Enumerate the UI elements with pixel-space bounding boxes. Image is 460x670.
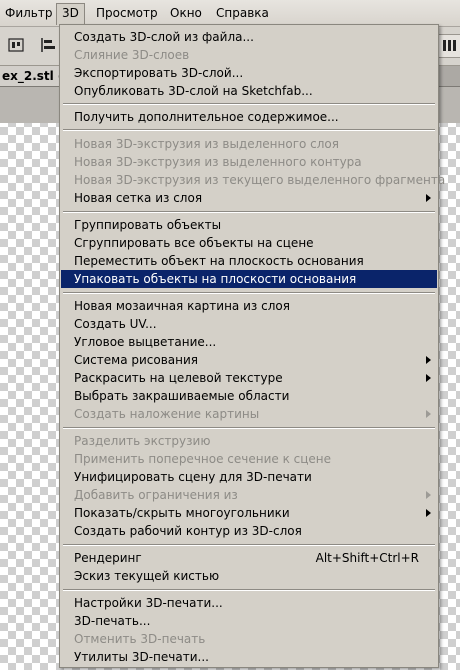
submenu-arrow-icon	[426, 509, 431, 517]
align-top-icon[interactable]	[8, 37, 24, 53]
menu-view[interactable]: Просмотр	[91, 3, 163, 23]
menu-item-new-tiled-painting[interactable]: Новая мозаичная картина из слоя	[61, 297, 437, 315]
submenu-arrow-icon	[426, 374, 431, 382]
menu-3d[interactable]: 3D	[56, 3, 85, 25]
menu-item-3d-print-settings[interactable]: Настройки 3D-печати...	[61, 594, 437, 612]
menu-item-get-more-content[interactable]: Получить дополнительное содержимое...	[61, 108, 437, 126]
align-left-icon[interactable]	[40, 37, 56, 53]
menu-item-create-3d-layer-from-file[interactable]: Создать 3D-слой из файла...	[61, 28, 437, 46]
submenu-arrow-icon	[426, 194, 431, 202]
menu-item-render[interactable]: Рендеринг Alt+Shift+Ctrl+R	[61, 549, 437, 567]
distribute-button[interactable]	[438, 34, 460, 58]
3d-dropdown-menu: Создать 3D-слой из файла... Слияние 3D-с…	[59, 24, 446, 668]
menu-separator	[63, 589, 435, 591]
menu-item-merge-3d-layers: Слияние 3D-слоев	[74, 48, 190, 62]
menu-item-split-extrusion: Разделить экструзию	[74, 434, 211, 448]
menu-bar: Фильтр 3D Просмотр Окно Справка	[0, 0, 460, 27]
menu-item-extrusion-from-layer: Новая 3D-экструзия из выделенного слоя	[74, 137, 339, 151]
menu-item-sketch-with-brush[interactable]: Эскиз текущей кистью	[61, 567, 437, 585]
menu-item-create-painting-overlay: Создать наложение картины	[61, 405, 437, 423]
menu-filter[interactable]: Фильтр	[0, 3, 57, 23]
menu-item-extrusion-from-selection: Новая 3D-экструзия из текущего выделенно…	[74, 173, 446, 187]
menu-item-export-3d-layer[interactable]: Экспортировать 3D-слой...	[61, 64, 437, 82]
menu-item-select-paintable-areas[interactable]: Выбрать закрашиваемые области	[61, 387, 437, 405]
menu-separator	[63, 292, 435, 294]
menu-item-work-path-from-3d-layer[interactable]: Создать рабочий контур из 3D-слоя	[61, 522, 437, 540]
menu-window[interactable]: Окно	[165, 3, 207, 23]
submenu-arrow-icon	[426, 491, 431, 499]
submenu-arrow-icon	[426, 356, 431, 364]
menu-item-show-hide-polygons[interactable]: Показать/скрыть многоугольники	[61, 504, 437, 522]
menu-item-add-constraints-from: Добавить ограничения из	[61, 486, 437, 504]
menu-item-cancel-3d-print: Отменить 3D-печать	[74, 632, 206, 646]
render-shortcut: Alt+Shift+Ctrl+R	[315, 551, 419, 565]
menu-separator	[63, 103, 435, 105]
menu-separator	[63, 544, 435, 546]
menu-item-pack-objects-on-ground-plane[interactable]: Упаковать объекты на плоскости основания	[61, 270, 437, 288]
submenu-arrow-icon	[426, 410, 431, 418]
menu-item-group-objects[interactable]: Группировать объекты	[61, 216, 437, 234]
menu-item-move-to-ground-plane[interactable]: Переместить объект на плоскость основани…	[61, 252, 437, 270]
menu-item-paint-system[interactable]: Система рисования	[61, 351, 437, 369]
menu-item-group-all-objects[interactable]: Сгруппировать все объекты на сцене	[61, 234, 437, 252]
menu-item-3d-print[interactable]: 3D-печать...	[61, 612, 437, 630]
menu-separator	[63, 211, 435, 213]
menu-item-3d-print-utilities[interactable]: Утилиты 3D-печати...	[61, 648, 437, 666]
menu-item-publish-sketchfab[interactable]: Опубликовать 3D-слой на Sketchfab...	[61, 82, 437, 100]
menu-separator	[63, 427, 435, 429]
menu-item-paint-on-target-texture[interactable]: Раскрасить на целевой текстуре	[61, 369, 437, 387]
menu-item-unify-scene-for-3d-print[interactable]: Унифицировать сцену для 3D-печати	[61, 468, 437, 486]
menu-item-extrusion-from-path: Новая 3D-экструзия из выделенного контур…	[74, 155, 362, 169]
menu-item-new-mesh-from-layer[interactable]: Новая сетка из слоя	[61, 189, 437, 207]
menu-item-apply-cross-section: Применить поперечное сечение к сцене	[74, 452, 332, 466]
menu-separator	[63, 129, 435, 131]
menu-item-create-uv[interactable]: Создать UV...	[61, 315, 437, 333]
menu-item-paint-falloff[interactable]: Угловое выцветание...	[61, 333, 437, 351]
menu-help[interactable]: Справка	[211, 3, 274, 23]
